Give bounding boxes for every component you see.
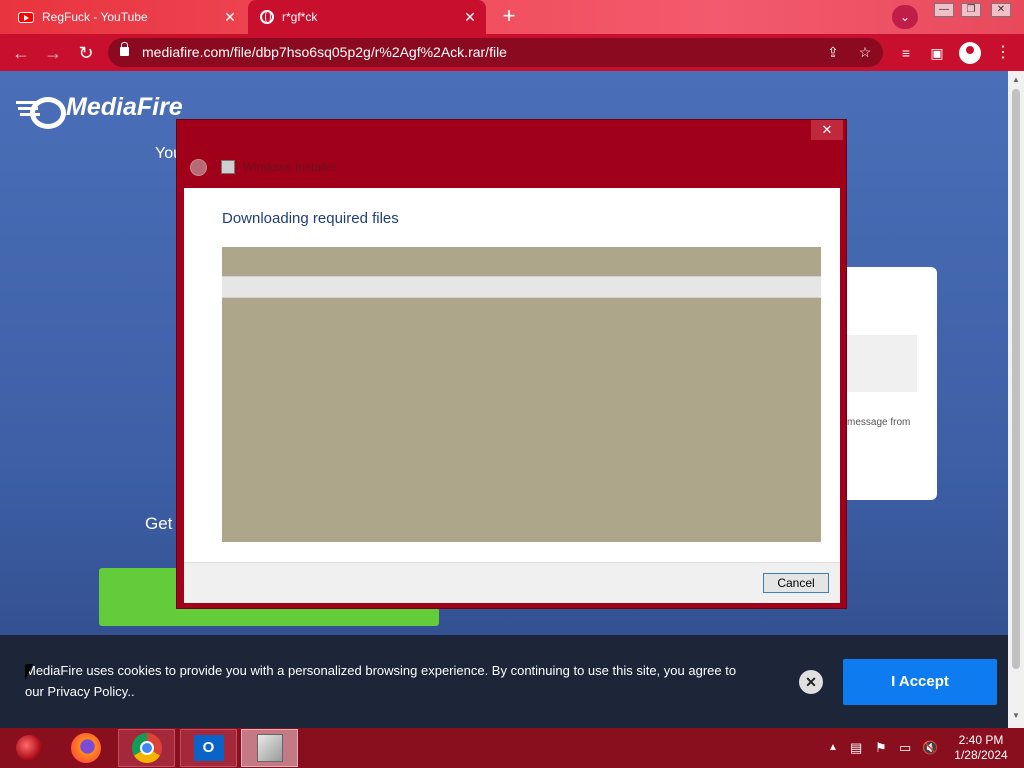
tray-app-icon[interactable]: ▤ [850,740,862,756]
installer-icon [256,734,283,762]
dialog-title: Windows Installer [243,160,338,174]
page-text-fragment: Get [145,514,173,533]
side-panel-icon[interactable]: ▣ [928,44,946,62]
tab-mediafire[interactable]: r*gf*ck ✕ [248,0,486,34]
window-close-button[interactable]: ✕ [984,0,1018,17]
restore-button[interactable]: ❐ [954,0,988,17]
kebab-menu-icon[interactable]: ⋮ [994,44,1012,62]
action-center-flag-icon[interactable]: ⚑ [875,740,887,756]
taskbar-outlook[interactable]: O [180,729,237,767]
page-scrollbar[interactable]: ▲ ▼ [1008,71,1024,728]
reload-icon[interactable]: ↻ [73,40,99,66]
taskbar-installer[interactable] [241,729,298,767]
bookmark-star-icon[interactable]: ☆ [853,38,877,67]
lock-icon[interactable] [120,42,129,56]
tab-title: RegFuck - YouTube [42,10,148,24]
scroll-up-icon[interactable]: ▲ [1012,75,1020,84]
scroll-thumb[interactable] [1012,89,1020,669]
clock-date: 1/28/2024 [954,748,1008,762]
youtube-icon [18,11,34,23]
tab-strip: RegFuck - YouTube ✕ r*gf*ck ✕ + ⌄ — ❐ ✕ [0,0,1024,34]
dialog-heading: Downloading required files [222,210,399,227]
back-arrow-icon[interactable]: ← [8,40,34,66]
outlook-icon: O [193,735,224,761]
browser-toolbar: ← → ↻ mediafire.com/file/dbp7hso6sq05p2g… [0,34,1024,71]
side-card-field[interactable] [840,335,917,392]
network-icon[interactable]: ▭ [899,740,911,756]
taskbar-chrome[interactable] [118,729,175,767]
taskbar-firefox[interactable] [57,729,114,767]
tab-close-icon[interactable]: ✕ [460,7,480,27]
taskbar-clock[interactable]: 2:40 PM 1/28/2024 [944,733,1018,763]
share-icon[interactable]: ⇪ [821,38,845,67]
cancel-button[interactable]: Cancel [763,573,829,593]
mediafire-logo[interactable]: MediaFire [16,93,183,129]
address-text: mediafire.com/file/dbp7hso6sq05p2g/r%2Ag… [142,44,507,60]
tab-youtube[interactable]: RegFuck - YouTube ✕ [8,0,246,34]
dialog-status-icon [190,159,207,176]
mediafire-flame-icon [16,95,66,129]
forward-arrow-icon[interactable]: → [40,40,66,66]
installer-app-icon [221,160,235,174]
cookie-close-icon[interactable]: ✕ [799,670,823,694]
clock-time: 2:40 PM [958,733,1004,747]
firefox-icon [70,733,101,763]
volume-muted-icon[interactable]: 🔇 [922,740,938,756]
installer-dialog: ✕ Windows Installer Downloading required… [176,119,847,609]
dialog-close-button[interactable]: ✕ [811,120,843,140]
cookie-text: MediaFire uses cookies to provide you wi… [25,663,737,699]
tab-search-button[interactable]: ⌄ [892,5,918,29]
mouse-cursor-icon [25,664,33,680]
dialog-content-area [222,247,821,542]
dialog-footer: Cancel [184,562,840,603]
address-bar[interactable]: mediafire.com/file/dbp7hso6sq05p2g/r%2Ag… [108,38,883,67]
profile-avatar-icon[interactable] [959,42,981,64]
tab-close-icon[interactable]: ✕ [220,7,240,27]
accept-cookies-button[interactable]: I Accept [843,659,997,705]
download-progress-bar [222,276,821,298]
logo-text: MediaFire [66,93,183,121]
start-orb-icon [15,735,42,761]
globe-icon [260,10,274,24]
new-tab-button[interactable]: + [497,5,521,29]
dialog-body: Downloading required files [184,188,840,562]
scroll-down-icon[interactable]: ▼ [1012,711,1020,720]
chrome-icon [131,733,162,763]
cookie-banner: MediaFire uses cookies to provide you wi… [0,635,1008,728]
media-control-icon[interactable]: ≡ [897,44,915,62]
tray-chevron-icon[interactable]: ▲ [828,742,838,753]
tab-title: r*gf*ck [282,10,318,24]
taskbar: O ▲ ▤ ⚑ ▭ 🔇 2:40 PM 1/28/2024 [0,728,1024,768]
start-button[interactable] [0,729,57,767]
side-card-text: message from [847,417,911,428]
